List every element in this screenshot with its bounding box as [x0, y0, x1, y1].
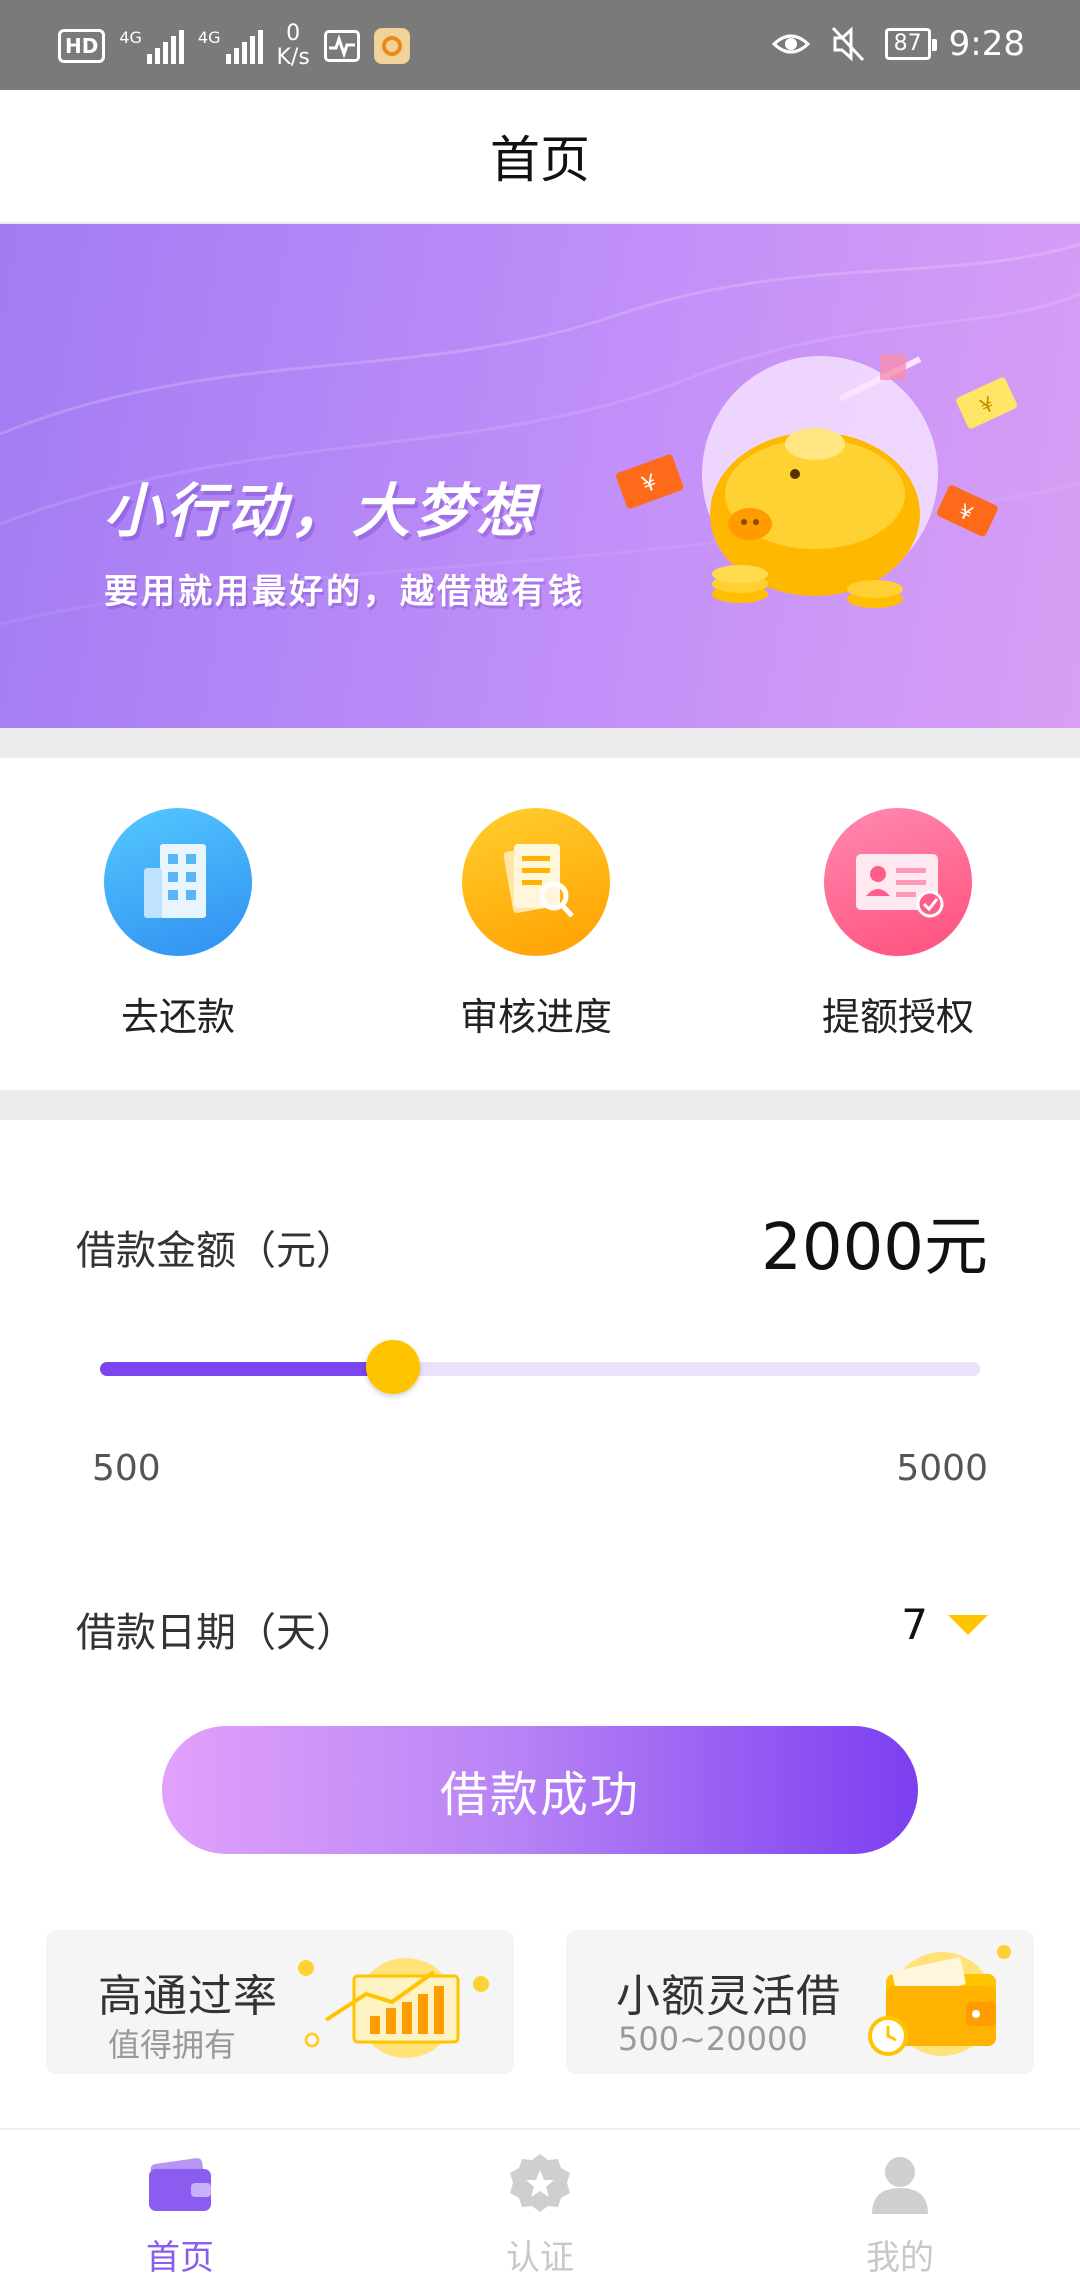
- tab-certification-label: 认证: [506, 2238, 574, 2278]
- chevron-down-icon: [948, 1614, 988, 1635]
- page-title: 首页: [490, 131, 590, 189]
- network-speed-value: 0: [286, 21, 301, 46]
- loan-days-value: 7: [901, 1600, 928, 1649]
- bottom-tab-bar: 首页 认证 我的: [0, 2128, 1080, 2280]
- signal-icon: 4G: [119, 28, 184, 64]
- loan-amount-label: 借款金额（元）: [76, 1228, 356, 1274]
- promo-card-title: 高通过率: [98, 1971, 278, 2022]
- piggy-bank-icon: ¥ ¥ ¥: [616, 354, 1017, 608]
- document-search-icon: [462, 808, 610, 956]
- slider-max-label: 5000: [896, 1448, 988, 1489]
- wallet-icon: [868, 1945, 1011, 2056]
- tab-home[interactable]: 首页: [80, 2144, 280, 2279]
- entry-repay-label: 去还款: [120, 995, 235, 1039]
- slider-thumb[interactable]: [366, 1340, 420, 1394]
- hd-indicator: HD: [58, 29, 106, 63]
- entry-repay[interactable]: 去还款: [68, 808, 288, 1041]
- user-icon: [872, 2157, 928, 2214]
- page-header: 首页: [0, 90, 1080, 224]
- section-divider: [0, 728, 1080, 758]
- clock: 9:28: [948, 24, 1025, 64]
- entry-credit-authorize-label: 提额授权: [821, 995, 974, 1039]
- network-type-label: 4G: [119, 28, 142, 47]
- promo-card-flexible-loan[interactable]: 小额灵活借 500~20000: [566, 1930, 1034, 2074]
- battery-icon: 87: [884, 28, 937, 60]
- quick-entries: 去还款 审核进度 提额授权: [0, 758, 1080, 1090]
- banner-subtitle: 要用就用最好的，越借越有钱: [104, 572, 585, 612]
- entry-review-progress[interactable]: 审核进度: [426, 808, 646, 1041]
- tab-certification[interactable]: 认证: [440, 2144, 640, 2279]
- network-speed: 0 K/s: [277, 22, 310, 70]
- promo-card-high-approval[interactable]: 高通过率 值得拥有: [46, 1930, 514, 2074]
- loan-amount-slider[interactable]: [100, 1340, 980, 1396]
- promo-card-subtitle: 500~20000: [618, 2020, 808, 2058]
- signal-icon-2: 4G: [198, 28, 263, 64]
- mute-icon: [831, 26, 864, 62]
- loan-days-select[interactable]: 7: [901, 1600, 988, 1649]
- app-notification-icon: [373, 28, 410, 64]
- network-speed-unit: K/s: [276, 45, 310, 70]
- status-bar: HD 4G 4G 0 K/s 87 9:28: [0, 0, 1080, 90]
- building-icon: [104, 808, 252, 956]
- tab-mine-label: 我的: [866, 2238, 934, 2278]
- entry-review-progress-label: 审核进度: [459, 995, 612, 1039]
- slider-min-label: 500: [92, 1448, 161, 1489]
- tab-mine[interactable]: 我的: [800, 2144, 1000, 2279]
- entry-credit-authorize[interactable]: 提额授权: [788, 808, 1008, 1041]
- badge-star-icon: [510, 2154, 570, 2212]
- network-type-label-2: 4G: [197, 28, 221, 47]
- id-card-icon: [824, 808, 972, 956]
- activity-monitor-icon: [323, 30, 360, 62]
- submit-loan-button[interactable]: 借款成功: [162, 1726, 918, 1854]
- promo-banner[interactable]: 小行动，大梦想 要用就用最好的，越借越有钱 ¥ ¥ ¥: [0, 224, 1080, 728]
- tab-home-label: 首页: [146, 2238, 214, 2278]
- chart-board-icon: [298, 1958, 489, 2058]
- section-divider-2: [0, 1090, 1080, 1120]
- promo-card-subtitle: 值得拥有: [108, 2026, 237, 2064]
- promo-card-title: 小额灵活借: [616, 1971, 841, 2022]
- eye-comfort-icon: [771, 34, 810, 54]
- loan-days-label: 借款日期（天）: [76, 1610, 356, 1656]
- loan-amount-value: 2000元: [761, 1211, 988, 1285]
- slider-fill: [100, 1362, 393, 1376]
- banner-title: 小行动，大梦想: [104, 477, 539, 545]
- wallet-tab-icon: [149, 2158, 211, 2211]
